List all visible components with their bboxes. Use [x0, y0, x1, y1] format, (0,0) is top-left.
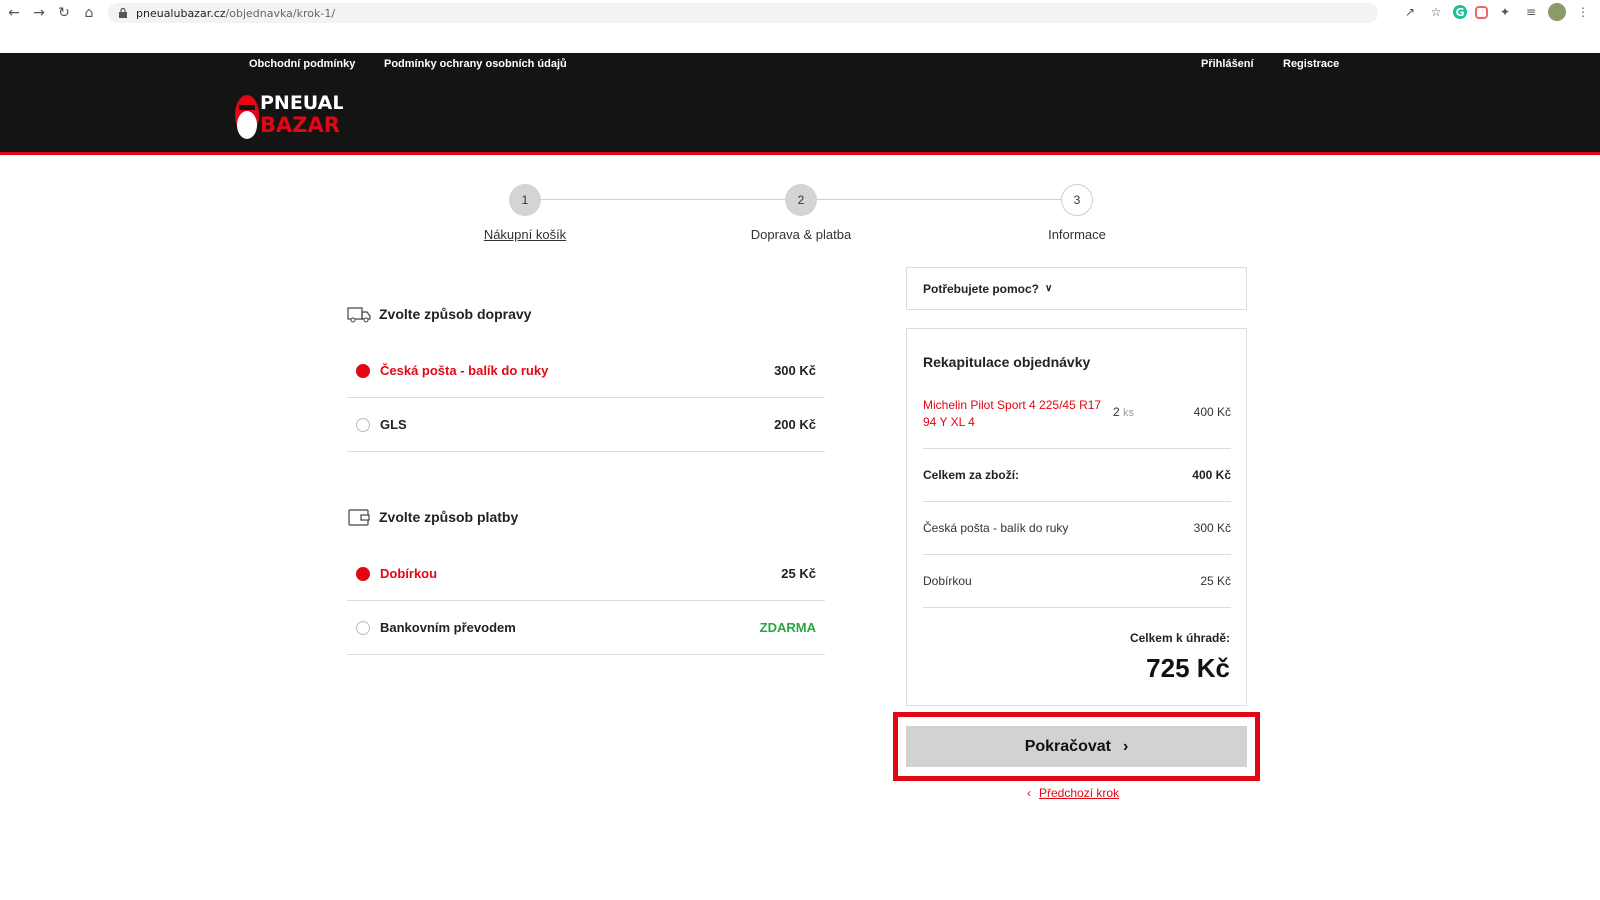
option-price: 200 Kč [774, 417, 816, 432]
site-logo[interactable]: PNEUALU BAZAR [233, 85, 343, 141]
url-domain: pneualubazar.cz [136, 6, 226, 20]
payment-section-title: Zvolte způsob platby [347, 507, 518, 527]
payment-option-bank-transfer[interactable]: Bankovním převodem ZDARMA [347, 601, 825, 655]
payment-cost-row: Dobírkou 25 Kč [923, 555, 1231, 608]
option-label: GLS [380, 417, 407, 432]
summary-item-row: Michelin Pilot Sport 4 225/45 R17 94 Y X… [923, 397, 1231, 449]
browser-extensions: ↗ ☆ G ✦ ≡ ⋮ [1401, 3, 1592, 21]
item-name-link[interactable]: Michelin Pilot Sport 4 225/45 R17 94 Y X… [923, 397, 1103, 431]
extension-icon[interactable] [1475, 5, 1488, 19]
order-summary: Rekapitulace objednávky Michelin Pilot S… [906, 328, 1247, 706]
shipping-option-gls[interactable]: GLS 200 Kč [347, 398, 825, 452]
payment-option-dobirka[interactable]: Dobírkou 25 Kč [347, 547, 825, 601]
help-label: Potřebujete pomoc? [923, 281, 1040, 296]
terms-link[interactable]: Obchodní podmínky [249, 58, 355, 70]
site-header: Obchodní podmínky Podmínky ochrany osobn… [0, 53, 1600, 155]
shipping-cost-row: Česká pošta - balík do ruky 300 Kč [923, 502, 1231, 555]
login-link[interactable]: Přihlášení [1201, 58, 1254, 70]
truck-icon [347, 307, 371, 323]
total-value: 725 Kč [1146, 653, 1230, 683]
step-3-circle: 3 [1061, 184, 1093, 216]
payment-cost-value: 25 Kč [1200, 574, 1231, 588]
shipping-title-text: Zvolte způsob dopravy [379, 306, 532, 322]
radio-unselected[interactable] [356, 417, 370, 432]
help-dropdown[interactable]: Potřebujete pomoc? ∨ [906, 267, 1247, 310]
radio-unselected[interactable] [356, 620, 370, 635]
url-path: /objednavka/krok-1/ [225, 6, 336, 20]
radio-selected[interactable] [356, 566, 370, 581]
shipping-option-ceska-posta[interactable]: Česká pošta - balík do ruky 300 Kč [347, 344, 825, 398]
option-label: Dobírkou [380, 566, 438, 581]
item-price: 400 Kč [1193, 405, 1231, 419]
chevron-left-icon: ‹ [1027, 786, 1031, 800]
total-label: Celkem k úhradě: [1129, 631, 1230, 645]
avatar[interactable] [1548, 3, 1566, 21]
step-3-label: Informace [1048, 227, 1106, 242]
puzzle-icon[interactable]: ✦ [1496, 3, 1514, 21]
chevron-right-icon: › [1122, 737, 1129, 755]
share-icon[interactable]: ↗ [1401, 3, 1419, 21]
step-1-label[interactable]: Nákupní košík [435, 227, 615, 242]
shipping-section-title: Zvolte způsob dopravy [347, 304, 531, 324]
step-2-circle: 2 [785, 184, 817, 216]
option-price: 300 Kč [774, 363, 816, 378]
address-bar[interactable]: pneualubazar.cz/objednavka/krok-1/ [108, 3, 1378, 23]
step-2-label: Doprava & platba [750, 227, 852, 242]
menu-icon[interactable]: ⋮ [1574, 3, 1592, 21]
logo-line2: BAZAR [260, 113, 340, 137]
previous-step-link[interactable]: ‹ Předchozí krok [1027, 786, 1119, 800]
goods-total-value: 400 Kč [1192, 468, 1231, 482]
option-label: Bankovním převodem [380, 620, 516, 635]
payment-cost-label: Dobírkou [923, 574, 972, 588]
reload-icon[interactable]: ↻ [53, 2, 75, 24]
lock-icon [119, 8, 127, 18]
logo-line1: PNEUALU [260, 92, 343, 114]
item-qty: 2 ks [1113, 405, 1134, 419]
chevron-down-icon: ∨ [1045, 283, 1053, 294]
shipping-cost-label: Česká pošta - balík do ruky [923, 521, 1069, 535]
goods-total-row: Celkem za zboží: 400 Kč [923, 449, 1231, 502]
home-icon[interactable]: ⌂ [78, 2, 100, 24]
privacy-link[interactable]: Podmínky ochrany osobních údajů [384, 58, 567, 70]
option-price: 25 Kč [781, 566, 816, 581]
star-icon[interactable]: ☆ [1427, 3, 1445, 21]
shipping-cost-value: 300 Kč [1193, 521, 1231, 535]
register-link[interactable]: Registrace [1283, 58, 1339, 70]
continue-label: Pokračovat [1024, 737, 1111, 755]
item-qty-value: 2 [1113, 405, 1120, 419]
grammarly-icon[interactable]: G [1453, 5, 1467, 19]
wallet-icon [348, 509, 370, 526]
option-label: Česká pošta - balík do ruky [380, 363, 549, 378]
forward-icon[interactable]: → [28, 2, 50, 24]
back-icon[interactable]: ← [3, 2, 25, 24]
radio-selected[interactable] [356, 363, 370, 378]
item-qty-unit: ks [1123, 407, 1135, 419]
reading-list-icon[interactable]: ≡ [1522, 3, 1540, 21]
option-price-free: ZDARMA [759, 620, 816, 635]
continue-button[interactable]: Pokračovat › [906, 726, 1247, 767]
step-1-circle: 1 [509, 184, 541, 216]
summary-title: Rekapitulace objednávky [923, 354, 1091, 370]
payment-title-text: Zvolte způsob platby [379, 509, 519, 525]
previous-step-label: Předchozí krok [1039, 786, 1120, 800]
goods-total-label: Celkem za zboží: [923, 468, 1020, 482]
